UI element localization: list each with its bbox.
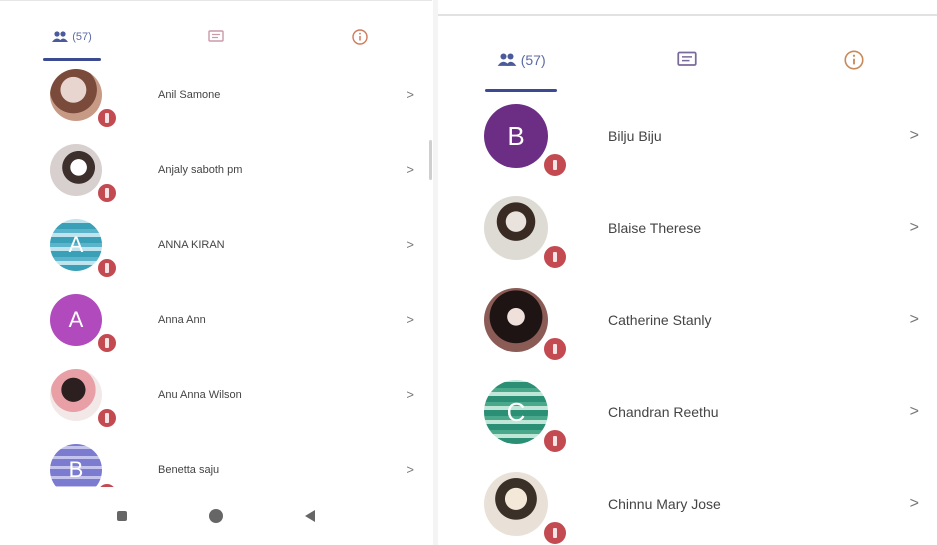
avatar-letter: A xyxy=(68,306,84,332)
tab-bar: (57) xyxy=(438,28,937,92)
tab-chat[interactable] xyxy=(144,13,288,61)
avatar: B xyxy=(484,104,568,178)
member-list: B Bilju Biju > Blaise Therese > Catherine Sta… xyxy=(438,90,937,545)
member-row[interactable]: Blaise Therese > xyxy=(438,182,937,274)
member-row[interactable]: Anjaly saboth pm > xyxy=(0,132,432,207)
member-badge-icon xyxy=(96,106,118,129)
member-row[interactable]: Chinnu Mary Jose > xyxy=(438,458,937,545)
avatar: C xyxy=(484,380,568,454)
member-badge-icon xyxy=(542,520,568,545)
system-nav-bar xyxy=(0,487,432,545)
chat-icon xyxy=(208,30,224,44)
chevron-right-icon: > xyxy=(406,462,414,477)
avatar-letter: A xyxy=(68,231,84,257)
chat-icon xyxy=(677,51,698,69)
member-name: Catherine Stanly xyxy=(608,312,712,328)
tab-chat[interactable] xyxy=(604,28,770,92)
member-badge-icon xyxy=(542,244,568,270)
member-row[interactable]: Anil Samone > xyxy=(0,57,432,132)
info-icon xyxy=(352,29,368,45)
chevron-right-icon: > xyxy=(406,237,414,252)
tab-info[interactable] xyxy=(288,13,432,61)
member-name: ANNA KIRAN xyxy=(158,238,225,251)
member-name: Chinnu Mary Jose xyxy=(608,496,721,512)
member-name: Blaise Therese xyxy=(608,220,702,236)
chevron-right-icon: > xyxy=(909,311,919,328)
chevron-right-icon: > xyxy=(909,127,919,144)
member-name: Anna Ann xyxy=(158,313,206,326)
member-name: Chandran Reethu xyxy=(608,404,719,420)
member-badge-icon xyxy=(96,406,118,429)
member-row[interactable]: A ANNA KIRAN > xyxy=(0,207,432,282)
member-row[interactable]: Catherine Stanly > xyxy=(438,274,937,366)
avatar xyxy=(50,143,118,204)
back-button[interactable] xyxy=(305,510,315,522)
avatar-letter: C xyxy=(506,396,526,427)
member-name: Anjaly saboth pm xyxy=(158,163,243,176)
scrollbar[interactable] xyxy=(429,140,432,180)
chevron-right-icon: > xyxy=(909,495,919,512)
home-button[interactable] xyxy=(209,509,223,523)
square-icon xyxy=(117,511,127,521)
back-triangle-icon xyxy=(305,510,315,522)
right-screen: (57) B Bilju Biju > Blaise Therese > Catherin… xyxy=(438,14,937,545)
member-list: Anil Samone > Anjaly saboth pm > A ANNA KIRAN… xyxy=(0,57,432,507)
member-badge-icon xyxy=(542,336,568,362)
chevron-right-icon: > xyxy=(909,219,919,236)
tab-bar: (57) xyxy=(0,13,432,61)
member-name: Bilju Biju xyxy=(608,128,662,144)
recents-button[interactable] xyxy=(117,511,127,521)
member-row[interactable]: C Chandran Reethu > xyxy=(438,366,937,458)
people-icon xyxy=(497,53,517,67)
member-badge-icon xyxy=(96,181,118,204)
info-icon xyxy=(844,50,864,70)
avatar: A xyxy=(50,293,118,354)
member-name: Anil Samone xyxy=(158,88,221,101)
member-row[interactable]: A Anna Ann > xyxy=(0,282,432,357)
chevron-right-icon: > xyxy=(406,162,414,177)
avatar xyxy=(50,68,118,129)
chevron-right-icon: > xyxy=(406,312,414,327)
left-screen: (57) Anil Samone > Anjaly saboth pm > A ANNA … xyxy=(0,0,432,545)
member-badge-icon xyxy=(96,256,118,279)
tab-members[interactable]: (57) xyxy=(438,28,604,92)
chevron-right-icon: > xyxy=(909,403,919,420)
avatar xyxy=(50,368,118,429)
chevron-right-icon: > xyxy=(406,387,414,402)
tab-info[interactable] xyxy=(771,28,937,92)
avatar-letter: B xyxy=(68,456,84,482)
avatar xyxy=(484,288,568,362)
tab-members[interactable]: (57) xyxy=(0,13,144,61)
member-badge-icon xyxy=(96,331,118,354)
avatar-letter: B xyxy=(507,120,525,151)
member-name: Anu Anna Wilson xyxy=(158,388,242,401)
member-count: (57) xyxy=(72,31,92,43)
avatar xyxy=(484,196,568,270)
member-name: Benetta saju xyxy=(158,463,220,476)
people-icon xyxy=(52,31,69,43)
member-badge-icon xyxy=(542,152,568,178)
member-row[interactable]: B Bilju Biju > xyxy=(438,90,937,182)
avatar xyxy=(484,472,568,545)
circle-icon xyxy=(209,509,223,523)
chevron-right-icon: > xyxy=(406,87,414,102)
member-badge-icon xyxy=(542,428,568,454)
avatar: A xyxy=(50,218,118,279)
member-row[interactable]: Anu Anna Wilson > xyxy=(0,357,432,432)
member-count: (57) xyxy=(520,52,546,68)
